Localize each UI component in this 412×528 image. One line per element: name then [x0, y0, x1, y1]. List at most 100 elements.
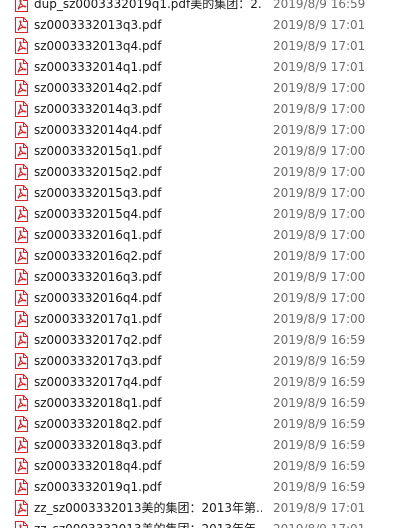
pdf-file-icon	[15, 59, 28, 75]
file-list: dup_sz0003332019q1.pdf美的集团：2... 2019/8/9…	[0, 0, 412, 528]
pdf-file-icon	[15, 353, 28, 369]
pdf-file-icon	[15, 17, 28, 33]
pdf-file-icon	[15, 122, 28, 138]
file-row[interactable]: sz0003332014q1.pdf 2019/8/9 17:01	[0, 57, 412, 78]
pdf-file-icon	[15, 290, 28, 306]
file-row[interactable]: sz0003332016q3.pdf 2019/8/9 17:00	[0, 267, 412, 288]
pdf-file-icon	[15, 248, 28, 264]
pdf-file-icon	[15, 164, 28, 180]
pdf-file-icon	[15, 374, 28, 390]
file-row[interactable]: sz0003332013q3.pdf 2019/8/9 17:01	[0, 15, 412, 36]
file-row[interactable]: zz_sz0003332013美的集团：2013年年... 2019/8/9 1…	[0, 519, 412, 528]
file-row[interactable]: sz0003332015q3.pdf 2019/8/9 17:00	[0, 183, 412, 204]
file-modified-date: 2019/8/9 17:00	[273, 270, 366, 284]
file-name: sz0003332015q4.pdf	[34, 207, 162, 221]
file-row[interactable]: sz0003332016q4.pdf 2019/8/9 17:00	[0, 288, 412, 309]
file-name: sz0003332018q3.pdf	[34, 438, 162, 452]
file-modified-date: 2019/8/9 16:59	[273, 354, 366, 368]
file-modified-date: 2019/8/9 16:59	[273, 417, 366, 431]
file-modified-date: 2019/8/9 16:59	[273, 459, 366, 473]
file-name: sz0003332017q4.pdf	[34, 375, 162, 389]
file-name: sz0003332014q4.pdf	[34, 123, 162, 137]
file-name: sz0003332017q1.pdf	[34, 312, 162, 326]
file-name: sz0003332014q1.pdf	[34, 60, 162, 74]
file-modified-date: 2019/8/9 17:00	[273, 207, 366, 221]
file-row[interactable]: sz0003332015q2.pdf 2019/8/9 17:00	[0, 162, 412, 183]
pdf-file-icon	[15, 38, 28, 54]
file-modified-date: 2019/8/9 16:59	[273, 0, 366, 11]
file-row[interactable]: dup_sz0003332019q1.pdf美的集团：2... 2019/8/9…	[0, 0, 412, 15]
file-row[interactable]: sz0003332015q1.pdf 2019/8/9 17:00	[0, 141, 412, 162]
file-modified-date: 2019/8/9 16:59	[273, 438, 366, 452]
file-name: sz0003332016q2.pdf	[34, 249, 162, 263]
file-modified-date: 2019/8/9 17:00	[273, 291, 366, 305]
file-name: zz_sz0003332013美的集团：2013年第...	[34, 501, 262, 515]
pdf-file-icon	[15, 227, 28, 243]
file-name: sz0003332018q4.pdf	[34, 459, 162, 473]
file-name: sz0003332013q3.pdf	[34, 18, 162, 32]
pdf-file-icon	[15, 416, 28, 432]
file-row[interactable]: sz0003332018q1.pdf 2019/8/9 16:59	[0, 393, 412, 414]
file-modified-date: 2019/8/9 17:01	[273, 39, 366, 53]
file-name: sz0003332015q3.pdf	[34, 186, 162, 200]
file-row[interactable]: sz0003332017q4.pdf 2019/8/9 16:59	[0, 372, 412, 393]
file-modified-date: 2019/8/9 17:01	[273, 18, 366, 32]
file-name: sz0003332015q2.pdf	[34, 165, 162, 179]
pdf-file-icon	[15, 185, 28, 201]
file-row[interactable]: zz_sz0003332013美的集团：2013年第... 2019/8/9 1…	[0, 498, 412, 519]
file-name: sz0003332014q3.pdf	[34, 102, 162, 116]
pdf-file-icon	[15, 311, 28, 327]
file-modified-date: 2019/8/9 17:00	[273, 312, 366, 326]
file-row[interactable]: sz0003332016q1.pdf 2019/8/9 17:00	[0, 225, 412, 246]
file-name: sz0003332014q2.pdf	[34, 81, 162, 95]
file-modified-date: 2019/8/9 17:00	[273, 228, 366, 242]
file-modified-date: 2019/8/9 16:59	[273, 375, 366, 389]
pdf-file-icon	[15, 332, 28, 348]
file-row[interactable]: sz0003332018q3.pdf 2019/8/9 16:59	[0, 435, 412, 456]
pdf-file-icon	[15, 395, 28, 411]
pdf-file-icon	[15, 143, 28, 159]
file-modified-date: 2019/8/9 17:00	[273, 123, 366, 137]
file-name: zz_sz0003332013美的集团：2013年年...	[34, 522, 262, 528]
file-modified-date: 2019/8/9 17:01	[273, 501, 366, 515]
file-row[interactable]: sz0003332014q3.pdf 2019/8/9 17:00	[0, 99, 412, 120]
pdf-file-icon	[15, 269, 28, 285]
file-modified-date: 2019/8/9 17:00	[273, 165, 366, 179]
file-row[interactable]: sz0003332019q1.pdf 2019/8/9 16:59	[0, 477, 412, 498]
pdf-file-icon	[15, 206, 28, 222]
file-modified-date: 2019/8/9 17:00	[273, 81, 366, 95]
file-name: sz0003332017q3.pdf	[34, 354, 162, 368]
file-row[interactable]: sz0003332018q2.pdf 2019/8/9 16:59	[0, 414, 412, 435]
file-name: sz0003332015q1.pdf	[34, 144, 162, 158]
file-modified-date: 2019/8/9 16:59	[273, 396, 366, 410]
file-row[interactable]: sz0003332014q4.pdf 2019/8/9 17:00	[0, 120, 412, 141]
pdf-file-icon	[15, 521, 28, 528]
file-modified-date: 2019/8/9 17:01	[273, 522, 403, 528]
pdf-file-icon	[15, 500, 28, 516]
file-name: sz0003332017q2.pdf	[34, 333, 162, 347]
pdf-file-icon	[15, 101, 28, 117]
file-row[interactable]: sz0003332015q4.pdf 2019/8/9 17:00	[0, 204, 412, 225]
file-row[interactable]: sz0003332013q4.pdf 2019/8/9 17:01	[0, 36, 412, 57]
file-modified-date: 2019/8/9 17:00	[273, 186, 366, 200]
file-row[interactable]: sz0003332018q4.pdf 2019/8/9 16:59	[0, 456, 412, 477]
file-row[interactable]: sz0003332017q1.pdf 2019/8/9 17:00	[0, 309, 412, 330]
pdf-file-icon	[15, 80, 28, 96]
file-row[interactable]: sz0003332016q2.pdf 2019/8/9 17:00	[0, 246, 412, 267]
file-name: sz0003332018q2.pdf	[34, 417, 162, 431]
file-name: dup_sz0003332019q1.pdf美的集团：2...	[34, 0, 262, 11]
file-name: sz0003332019q1.pdf	[34, 480, 162, 494]
file-name: sz0003332013q4.pdf	[34, 39, 162, 53]
pdf-file-icon	[15, 458, 28, 474]
file-row[interactable]: sz0003332017q2.pdf 2019/8/9 16:59	[0, 330, 412, 351]
file-modified-date: 2019/8/9 17:00	[273, 144, 366, 158]
file-row[interactable]: sz0003332014q2.pdf 2019/8/9 17:00	[0, 78, 412, 99]
file-modified-date: 2019/8/9 17:00	[273, 102, 366, 116]
file-name: sz0003332016q3.pdf	[34, 270, 162, 284]
file-row[interactable]: sz0003332017q3.pdf 2019/8/9 16:59	[0, 351, 412, 372]
file-modified-date: 2019/8/9 16:59	[273, 333, 366, 347]
file-modified-date: 2019/8/9 17:00	[273, 249, 366, 263]
pdf-file-icon	[15, 0, 28, 12]
file-modified-date: 2019/8/9 16:59	[273, 480, 366, 494]
file-name: sz0003332018q1.pdf	[34, 396, 162, 410]
